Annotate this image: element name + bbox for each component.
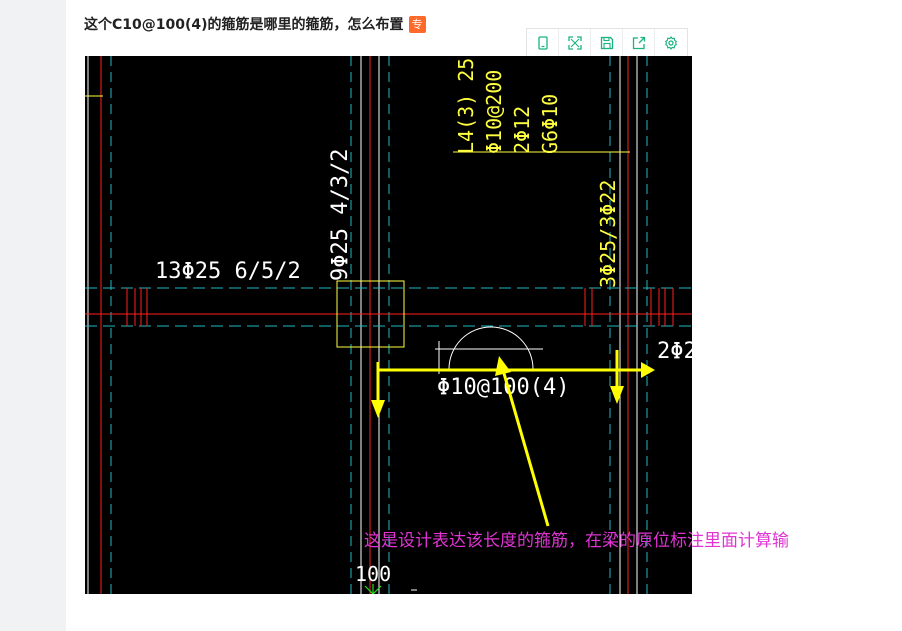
mobile-view-button[interactable] — [527, 29, 559, 56]
cad-drawing: 13Φ25 6/5/2 9Φ25 4/3/2 L4(3) 25 Φ10@200 … — [85, 56, 692, 594]
beam-label-left: 13Φ25 6/5/2 — [155, 259, 301, 284]
mobile-icon — [537, 35, 548, 50]
stirrup-label: Φ10@100(4) — [437, 375, 569, 400]
beam-label-top-4: G6Φ10 — [538, 94, 562, 154]
save-icon — [600, 36, 613, 49]
expert-badge: 专 — [408, 16, 426, 33]
fullscreen-icon — [567, 35, 582, 50]
beam-label-top-1: L4(3) 25 — [454, 58, 478, 154]
settings-button[interactable] — [655, 29, 687, 56]
fullscreen-button[interactable] — [559, 29, 591, 56]
right-edge-label: 2Φ2 — [657, 339, 692, 364]
share-icon — [632, 36, 645, 49]
cad-drawing-image: 13Φ25 6/5/2 9Φ25 4/3/2 L4(3) 25 Φ10@200 … — [85, 56, 692, 594]
beam-label-top-3: 2Φ12 — [510, 106, 534, 154]
image-toolbar — [526, 28, 688, 57]
share-button[interactable] — [623, 29, 655, 56]
annotation-text: 这是设计表达该长度的箍筋，在梁的原位标注里面计算输 — [364, 531, 789, 551]
beam-label-right: 3Φ25/3Φ22 — [596, 180, 620, 288]
bottom-label: 100 — [355, 562, 391, 586]
column-label: 9Φ25 4/3/2 — [328, 149, 353, 281]
post-title-text: 这个C10@100(4)的箍筋是哪里的箍筋，怎么布置 — [84, 17, 404, 33]
settings-icon — [665, 35, 677, 50]
save-button[interactable] — [591, 29, 623, 56]
beam-label-top-2: Φ10@200 — [482, 70, 506, 154]
post-title: 这个C10@100(4)的箍筋是哪里的箍筋，怎么布置专 — [84, 14, 426, 34]
